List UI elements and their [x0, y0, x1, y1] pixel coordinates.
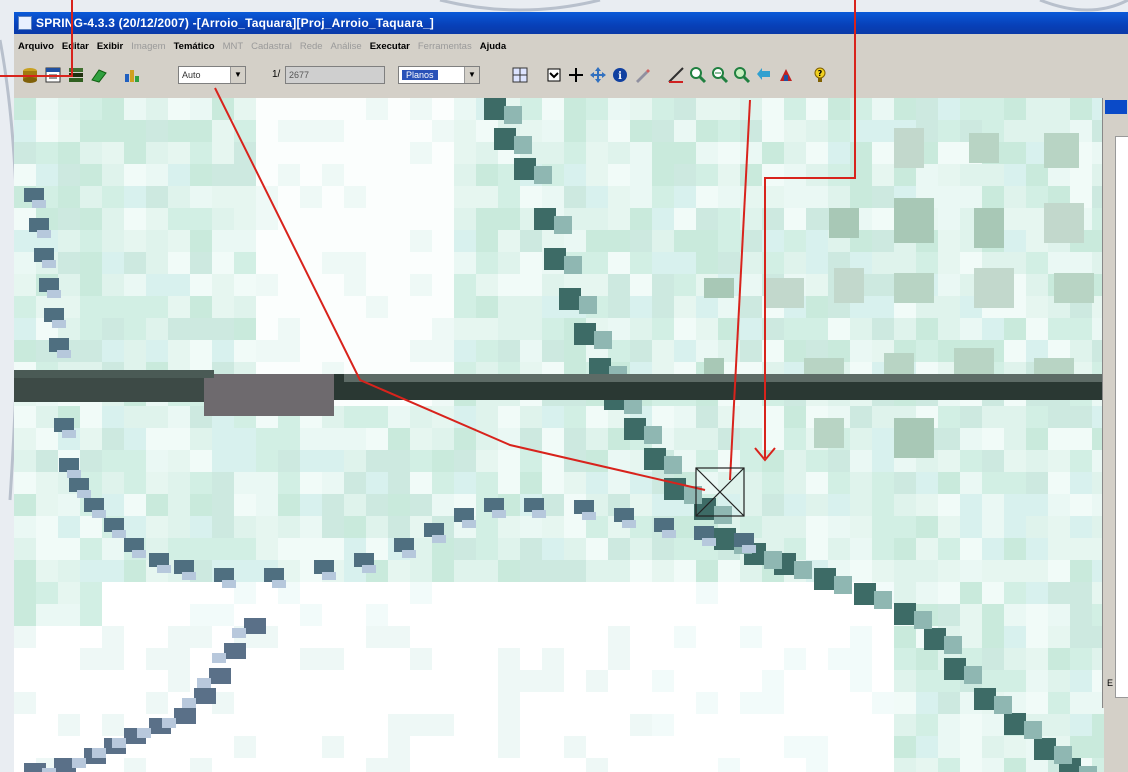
toolbar: Auto ▼ 1/ 2677 Planos ▼ i ?: [14, 62, 1128, 90]
mode-combo-value: Auto: [182, 70, 201, 80]
menu-rede[interactable]: Rede: [296, 41, 327, 52]
menu-bar: Arquivo Editar Exibir Imagem Temático MN…: [14, 37, 510, 55]
menu-cadastral[interactable]: Cadastral: [247, 41, 296, 52]
mode-combo[interactable]: Auto ▼: [178, 66, 246, 84]
chevron-down-icon[interactable]: ▼: [464, 67, 479, 83]
menu-ajuda[interactable]: Ajuda: [476, 41, 510, 52]
scale-input[interactable]: 2677: [285, 66, 385, 84]
panel-body: [1115, 136, 1128, 698]
menu-mnt[interactable]: MNT: [219, 41, 248, 52]
svg-text:?: ?: [818, 69, 823, 78]
layers-icon[interactable]: [66, 65, 86, 85]
chart-icon[interactable]: [122, 65, 142, 85]
database-icon[interactable]: [20, 65, 40, 85]
map-canvas[interactable]: [14, 98, 1104, 772]
map-raster: [14, 98, 1104, 772]
menu-tematico[interactable]: Temático: [170, 41, 219, 52]
back-arrow-icon[interactable]: [754, 65, 774, 85]
menu-executar[interactable]: Executar: [366, 41, 414, 52]
zoom-out-icon[interactable]: [710, 65, 730, 85]
panel-bottom-label: E: [1107, 678, 1114, 688]
menu-imagem[interactable]: Imagem: [127, 41, 169, 52]
zoom-in-icon[interactable]: [688, 65, 708, 85]
menu-editar[interactable]: Editar: [58, 41, 93, 52]
panel-header: [1105, 100, 1127, 114]
info-icon[interactable]: i: [610, 65, 630, 85]
zoom-previous-icon[interactable]: [732, 65, 752, 85]
help-icon[interactable]: ?: [810, 65, 830, 85]
plane-combo-value: Planos: [402, 70, 438, 80]
pan-icon[interactable]: [588, 65, 608, 85]
project-icon[interactable]: [43, 65, 63, 85]
menu-exibir[interactable]: Exibir: [93, 41, 127, 52]
window-title: SPRING-4.3.3 (20/12/2007) -[Arroio_Taqua…: [36, 16, 435, 30]
menu-arquivo[interactable]: Arquivo: [14, 41, 58, 52]
eraser-icon[interactable]: [89, 65, 109, 85]
spring-app-window: SPRING-4.3.3 (20/12/2007) -[Arroio_Taqua…: [14, 12, 1128, 772]
plane-combo[interactable]: Planos ▼: [398, 66, 480, 84]
edit-line-icon[interactable]: [666, 65, 686, 85]
scale-label: 1/: [272, 69, 281, 80]
pencil-eraser-icon[interactable]: [632, 65, 652, 85]
grid-icon[interactable]: [510, 65, 530, 85]
menu-analise[interactable]: Análise: [327, 41, 366, 52]
app-icon: [18, 16, 32, 30]
title-bar: SPRING-4.3.3 (20/12/2007) -[Arroio_Taqua…: [14, 12, 1128, 34]
cursor-cross-icon[interactable]: [566, 65, 586, 85]
zoom-window-icon[interactable]: [544, 65, 564, 85]
menu-ferramentas[interactable]: Ferramentas: [414, 41, 476, 52]
svg-text:i: i: [618, 71, 622, 82]
draw-tool-icon[interactable]: [776, 65, 796, 85]
side-panel: E: [1102, 98, 1128, 708]
chevron-down-icon[interactable]: ▼: [230, 67, 245, 83]
